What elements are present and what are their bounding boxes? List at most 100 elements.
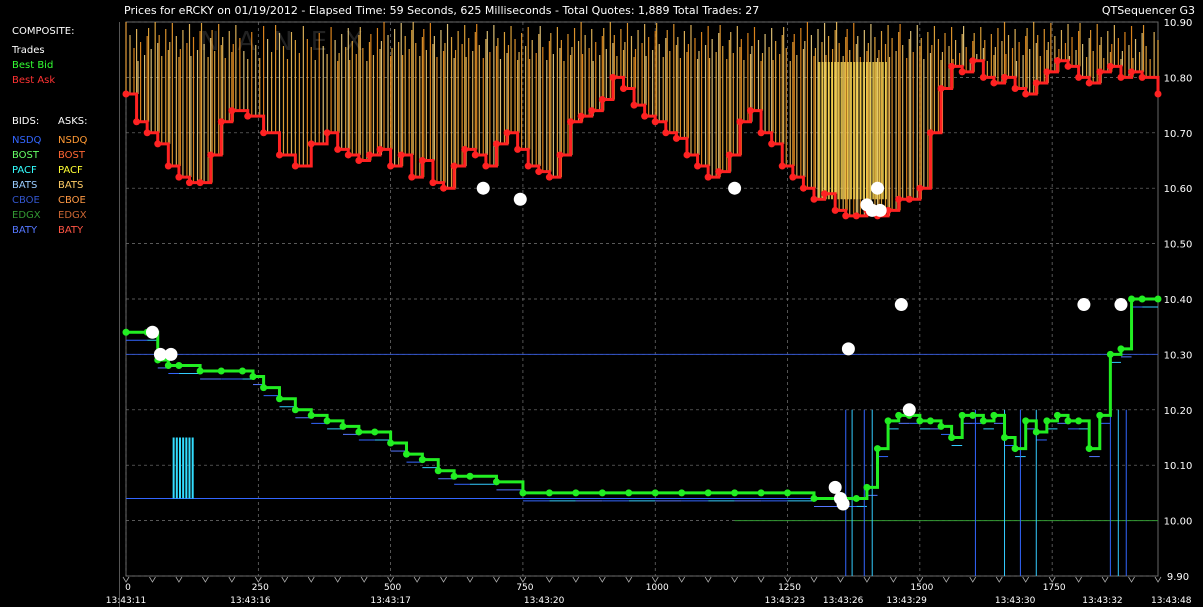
y-tick-label: 10.70 bbox=[1164, 129, 1193, 140]
best-ask-point bbox=[482, 162, 490, 170]
trade-point bbox=[1114, 298, 1128, 312]
best-ask-point bbox=[725, 151, 733, 159]
best-ask-point bbox=[948, 62, 956, 70]
best-ask-point bbox=[1053, 57, 1061, 65]
trade-point bbox=[513, 192, 527, 206]
x-tick-label: 1500 bbox=[910, 583, 933, 593]
best-bid-point bbox=[1064, 417, 1072, 425]
trade-point bbox=[1077, 298, 1091, 312]
trade-point bbox=[164, 347, 178, 361]
trade-point bbox=[836, 497, 850, 511]
trade-point bbox=[728, 181, 742, 195]
best-ask-point bbox=[799, 184, 807, 192]
best-bid-point bbox=[916, 417, 924, 425]
best-ask-point bbox=[736, 118, 744, 126]
x-minor-tick bbox=[757, 576, 765, 583]
best-bid-point bbox=[874, 445, 882, 453]
trade-point bbox=[871, 181, 885, 195]
time-tick-label: 13:43:17 bbox=[370, 596, 410, 606]
price-chart: NANEX 9.90 10.00 10.10 10.20 10.30 10.40 10.50… bbox=[106, 18, 1193, 606]
trade-point bbox=[145, 325, 159, 339]
x-minor-tick bbox=[678, 576, 686, 583]
x-minor-tick bbox=[890, 576, 897, 583]
best-ask-point bbox=[1001, 73, 1009, 81]
best-ask-point bbox=[567, 118, 575, 126]
x-minor-tick bbox=[175, 576, 183, 583]
best-ask-point bbox=[450, 162, 458, 170]
best-bid-point bbox=[545, 489, 553, 497]
best-bid-point bbox=[1106, 350, 1114, 358]
best-ask-point bbox=[821, 190, 829, 198]
x-minor-tick bbox=[810, 576, 818, 583]
x-minor-tick bbox=[969, 576, 977, 583]
best-bid-point bbox=[598, 489, 606, 497]
best-ask-point bbox=[715, 168, 723, 176]
best-bid-point bbox=[291, 406, 299, 414]
y-tick-label: 10.30 bbox=[1164, 350, 1193, 361]
best-ask-point bbox=[154, 140, 162, 148]
x-minor-tick bbox=[942, 576, 950, 583]
time-tick-label: 13:43:32 bbox=[1082, 596, 1122, 606]
y-tick-label: 10.40 bbox=[1164, 295, 1193, 306]
x-tick-label: 1750 bbox=[1043, 583, 1066, 593]
x-minor-tick bbox=[546, 576, 553, 583]
best-bid-point bbox=[249, 373, 257, 381]
x-minor-tick bbox=[598, 576, 606, 583]
x-minor-tick bbox=[1128, 576, 1135, 583]
best-ask-point bbox=[979, 73, 987, 81]
best-ask-point bbox=[291, 162, 299, 170]
best-bid-point bbox=[450, 472, 458, 480]
x-minor-tick bbox=[1048, 576, 1056, 583]
best-bid-point bbox=[1001, 434, 1009, 441]
best-ask-point bbox=[1064, 62, 1072, 70]
best-bid-point bbox=[1032, 428, 1040, 436]
best-ask-point bbox=[186, 179, 194, 187]
best-bid-point bbox=[466, 472, 474, 480]
trade-point bbox=[828, 480, 842, 494]
best-ask-point bbox=[757, 129, 765, 137]
watermark-text: NANEX bbox=[200, 27, 381, 57]
best-bid-point bbox=[926, 417, 934, 425]
best-ask-point bbox=[503, 129, 511, 137]
best-ask-point bbox=[164, 162, 172, 170]
best-ask-point bbox=[990, 79, 998, 87]
x-tick-label: 250 bbox=[252, 583, 269, 593]
x-minor-tick bbox=[360, 576, 368, 583]
best-bid-point bbox=[260, 384, 268, 392]
x-minor-tick bbox=[440, 576, 447, 583]
x-minor-tick bbox=[519, 576, 527, 583]
best-ask-point bbox=[1106, 62, 1114, 70]
best-ask-point bbox=[630, 101, 638, 109]
best-bid-point bbox=[810, 494, 818, 502]
best-bid-point bbox=[757, 489, 765, 497]
x-tick-label: 1250 bbox=[778, 583, 801, 593]
best-bid-point bbox=[492, 478, 500, 486]
best-bid-point bbox=[323, 417, 331, 425]
best-bid-point bbox=[371, 428, 379, 436]
best-ask-point bbox=[641, 112, 649, 120]
best-bid-point bbox=[1096, 411, 1104, 419]
best-bid-point bbox=[1075, 417, 1083, 425]
best-ask-point bbox=[895, 195, 903, 203]
x-minor-tick bbox=[837, 576, 844, 583]
best-ask-point bbox=[397, 151, 405, 159]
best-bid-point bbox=[387, 439, 395, 447]
y-tick-label: 10.10 bbox=[1164, 461, 1193, 472]
best-ask-point bbox=[323, 129, 331, 137]
best-bid-point bbox=[948, 434, 956, 441]
best-ask-point bbox=[355, 157, 363, 164]
best-bid-point bbox=[969, 411, 977, 419]
x-minor-tick bbox=[625, 576, 633, 583]
best-ask-point bbox=[937, 84, 945, 92]
x-minor-tick bbox=[334, 576, 342, 583]
best-ask-point bbox=[842, 212, 850, 220]
x-minor-tick bbox=[149, 576, 156, 583]
y-tick-label: 9.90 bbox=[1167, 572, 1189, 583]
best-bid-point bbox=[418, 456, 426, 464]
best-ask-point bbox=[672, 134, 680, 142]
best-ask-point bbox=[196, 179, 204, 187]
best-ask-point bbox=[307, 140, 315, 148]
best-bid-point bbox=[1022, 417, 1030, 425]
x-minor-tick bbox=[1022, 576, 1030, 583]
x-minor-tick bbox=[995, 576, 1003, 583]
